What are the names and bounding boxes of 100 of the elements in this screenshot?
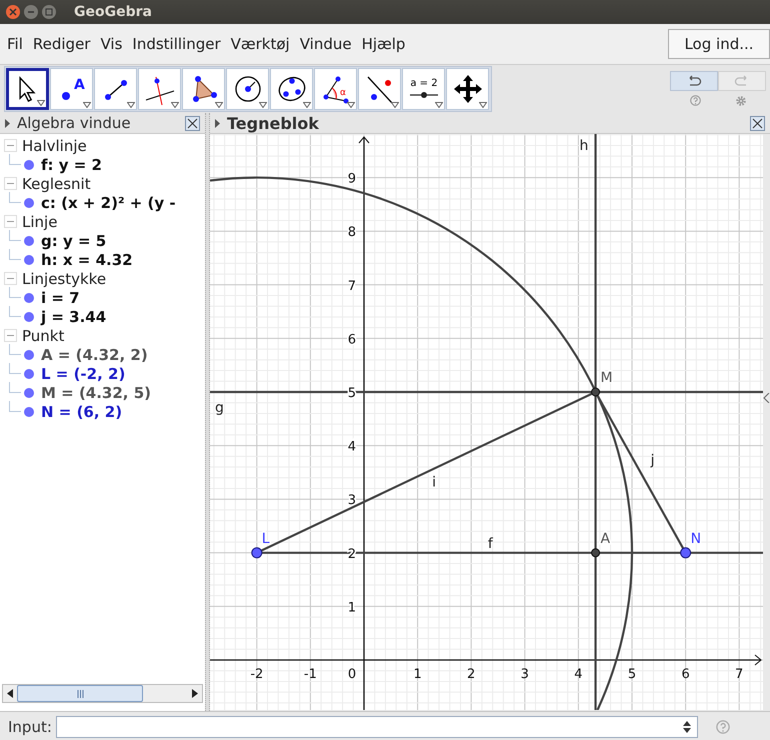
close-icon[interactable] <box>750 116 765 130</box>
visibility-dot[interactable] <box>24 198 34 208</box>
point[interactable] <box>680 547 692 558</box>
chevron-icon[interactable] <box>763 393 770 403</box>
line-label: h <box>580 138 588 154</box>
point-label: M <box>600 370 613 386</box>
category-label: Punkt <box>22 326 64 344</box>
menu-item[interactable]: Vindue <box>294 35 357 53</box>
x-tick-label: -1 <box>304 667 317 682</box>
algebra-item[interactable]: A = (4.32, 2) <box>41 346 148 364</box>
point-label: N <box>690 530 702 547</box>
input-field[interactable] <box>56 716 698 738</box>
minimize-button[interactable] <box>24 5 38 19</box>
expand-icon[interactable] <box>5 118 11 128</box>
dropdown-triangle-icon <box>435 102 443 108</box>
algebra-item[interactable]: i = 7 <box>41 288 80 306</box>
visibility-dot[interactable] <box>24 350 34 360</box>
category-label: Keglesnit <box>22 174 91 192</box>
collapse-icon[interactable] <box>4 215 17 228</box>
x-tick-label: 3 <box>520 667 529 682</box>
menu-item[interactable]: Rediger <box>28 35 96 53</box>
collapse-icon[interactable] <box>4 272 17 285</box>
close-button[interactable] <box>6 5 20 19</box>
dropdown-triangle-icon <box>215 102 223 108</box>
visibility-dot[interactable] <box>24 292 34 302</box>
tool-button[interactable] <box>6 68 49 110</box>
visibility-dot[interactable] <box>24 236 34 246</box>
dropdown-triangle-icon <box>391 102 399 108</box>
visibility-dot[interactable] <box>24 406 34 416</box>
category-label: Linjestykke <box>22 270 106 288</box>
spinner-icon[interactable] <box>682 721 691 733</box>
close-icon <box>9 8 17 16</box>
algebra-item[interactable]: f: y = 2 <box>41 156 102 174</box>
algebra-item[interactable]: c: (x + 2)² + (y - <box>41 194 176 212</box>
visibility-dot[interactable] <box>24 312 34 322</box>
algebra-item[interactable]: g: y = 5 <box>41 232 106 250</box>
collapse-icon[interactable] <box>4 329 17 342</box>
collapse-icon[interactable] <box>4 139 17 152</box>
point[interactable] <box>251 547 262 558</box>
category-label: Halvlinje <box>22 136 87 154</box>
y-tick-label: 6 <box>348 332 356 348</box>
x-tick-label: -2 <box>250 667 264 682</box>
segment-label: j <box>650 452 654 468</box>
panel-title: Tegneblok <box>227 114 319 132</box>
segment-label: i <box>432 474 436 490</box>
expand-icon[interactable] <box>215 118 221 128</box>
menu-item[interactable]: Indstillinger <box>127 35 226 53</box>
left-arrow-icon[interactable] <box>7 689 13 698</box>
settings-icon[interactable] <box>734 95 746 107</box>
visibility-dot[interactable] <box>24 388 34 398</box>
x-tick-label: 1 <box>413 667 422 682</box>
dropdown-triangle-icon <box>347 102 355 108</box>
dropdown-triangle-icon <box>37 100 45 106</box>
algebra-item[interactable]: L = (-2, 2) <box>41 364 126 382</box>
x-tick-label: 6 <box>681 667 690 682</box>
visibility-dot[interactable] <box>24 160 34 170</box>
dropdown-triangle-icon <box>127 102 135 108</box>
menu-item[interactable]: Vis <box>95 35 128 53</box>
algebra-item[interactable]: M = (4.32, 5) <box>41 384 152 402</box>
collapse-icon[interactable] <box>4 177 17 190</box>
y-tick-label: 8 <box>348 225 356 240</box>
window-title: GeoGebra <box>74 4 152 20</box>
algebra-item[interactable]: h: x = 4.32 <box>41 250 133 268</box>
maximize-icon <box>45 8 53 16</box>
visibility-dot[interactable] <box>24 254 34 264</box>
dropdown-triangle-icon <box>259 102 267 108</box>
x-tick-label: 5 <box>628 667 636 682</box>
y-tick-label: 9 <box>348 172 356 187</box>
y-tick-label: 7 <box>348 278 356 294</box>
point-label: A <box>600 530 610 547</box>
y-tick-label: 1 <box>348 600 356 616</box>
category-label: Linje <box>22 212 58 230</box>
dropdown-triangle-icon <box>303 102 311 108</box>
undo-button[interactable] <box>670 71 718 91</box>
grip-icon <box>76 690 84 698</box>
close-icon[interactable] <box>185 116 200 130</box>
input-label: Input: <box>8 718 52 736</box>
help-icon[interactable] <box>690 95 700 106</box>
algebra-item[interactable]: j = 3.44 <box>41 308 106 326</box>
point[interactable] <box>591 548 600 558</box>
ray-label: f <box>488 536 493 552</box>
horizontal-scrollbar[interactable] <box>2 684 203 703</box>
menu-item[interactable]: Hjælp <box>356 35 410 53</box>
panel-title: Algebra vindue <box>17 114 131 132</box>
dropdown-triangle-icon <box>83 102 91 108</box>
menu-item[interactable]: Fil <box>2 35 28 53</box>
point-label: L <box>262 530 270 547</box>
dropdown-triangle-icon <box>479 102 487 108</box>
right-arrow-icon[interactable] <box>192 689 198 698</box>
algebra-item[interactable]: N = (6, 2) <box>41 402 122 420</box>
x-tick-label: 0 <box>348 667 356 682</box>
x-tick-label: 4 <box>574 667 583 682</box>
x-tick-label: 7 <box>735 667 744 682</box>
login-button[interactable]: Log ind... <box>668 29 770 59</box>
visibility-dot[interactable] <box>24 368 34 378</box>
dropdown-triangle-icon <box>171 102 179 108</box>
x-tick-label: 2 <box>467 667 476 682</box>
point[interactable] <box>591 388 600 396</box>
menu-item[interactable]: Værktøj <box>226 35 295 53</box>
maximize-button[interactable] <box>42 5 56 19</box>
